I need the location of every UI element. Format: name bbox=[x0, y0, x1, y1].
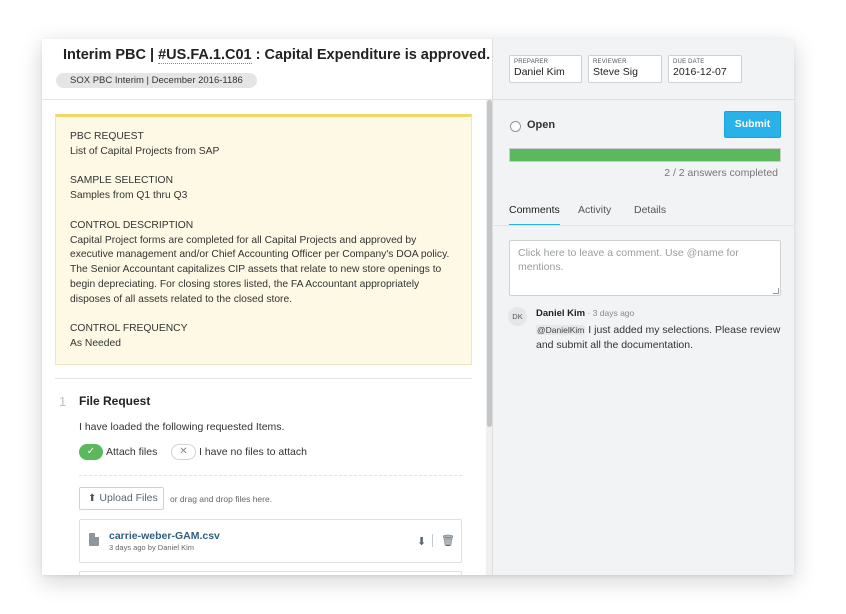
due-date-label: DUE DATE bbox=[673, 59, 705, 65]
trash-icon[interactable]: 🗑 bbox=[441, 534, 455, 547]
close-icon: ✕ bbox=[179, 446, 188, 457]
resize-handle-icon[interactable] bbox=[773, 288, 779, 294]
tabs-divider bbox=[493, 225, 794, 226]
status-label: Open bbox=[527, 119, 556, 131]
file-meta: 3 days ago by Daniel Kim bbox=[109, 543, 195, 552]
attach-files-toggle[interactable]: ✓ bbox=[79, 444, 103, 460]
section-text: As Needed bbox=[70, 338, 121, 350]
title-prefix: Interim PBC | bbox=[63, 47, 159, 63]
no-files-toggle[interactable]: ✕ bbox=[171, 444, 196, 460]
comment-input[interactable]: Click here to leave a comment. Use @name… bbox=[509, 240, 781, 296]
progress-bar bbox=[509, 148, 781, 162]
reviewer-field[interactable]: REVIEWER Steve Sig bbox=[588, 55, 662, 83]
tab-bar: Comments Activity Details bbox=[493, 194, 794, 226]
section-label: SAMPLE SELECTION bbox=[70, 175, 173, 187]
section-label: PBC REQUEST bbox=[70, 131, 144, 142]
divider bbox=[55, 378, 472, 379]
due-date-value: 2016-12-07 bbox=[673, 66, 727, 78]
comment-author-name: Daniel Kim bbox=[536, 308, 586, 319]
app-window: Interim PBC | #US.FA.1.C01 : Capital Exp… bbox=[42, 39, 794, 575]
preparer-value: Daniel Kim bbox=[514, 66, 565, 78]
mention-tag[interactable]: @DanielKim bbox=[536, 325, 586, 335]
project-badge[interactable]: SOX PBC Interim | December 2016-1186 bbox=[56, 73, 257, 88]
attach-files-label[interactable]: Attach files bbox=[106, 446, 157, 458]
reviewer-label: REVIEWER bbox=[593, 59, 627, 65]
no-files-label[interactable]: I have no files to attach bbox=[199, 446, 307, 458]
section-text: List of Capital Projects from SAP bbox=[70, 145, 220, 157]
preparer-label: PREPARER bbox=[514, 59, 549, 65]
comment-placeholder: Click here to leave a comment. Use @name… bbox=[518, 247, 739, 273]
section-text: Capital Project forms are completed for … bbox=[70, 234, 450, 305]
request-card: PBC REQUEST List of Capital Projects fro… bbox=[55, 114, 472, 365]
comment-time: · 3 days ago bbox=[585, 308, 635, 318]
dashed-divider bbox=[79, 475, 462, 476]
avatar: DK bbox=[508, 307, 527, 326]
file-name-link[interactable]: carrie-weber-GAM.csv bbox=[109, 530, 220, 542]
section-label: CONTROL DESCRIPTION bbox=[70, 219, 194, 231]
status-radio[interactable] bbox=[510, 121, 521, 132]
section-text: Samples from Q1 thru Q3 bbox=[70, 190, 188, 202]
question-text: I have loaded the following requested It… bbox=[79, 421, 285, 433]
title-suffix: : Capital Expenditure is approved. bbox=[251, 47, 491, 63]
progress-fill bbox=[510, 149, 780, 161]
comment-body: @DanielKim I just added my selections. P… bbox=[536, 323, 781, 353]
card-section-control-description: CONTROL DESCRIPTION Capital Project form… bbox=[70, 219, 457, 308]
file-icon bbox=[89, 533, 99, 546]
question-number: 1 bbox=[59, 394, 67, 409]
comment-author: Daniel Kim · 3 days ago bbox=[536, 308, 634, 319]
drop-hint: or drag and drop files here. bbox=[170, 494, 273, 504]
question-title: File Request bbox=[79, 394, 151, 408]
reviewer-value: Steve Sig bbox=[593, 66, 638, 78]
check-icon: ✓ bbox=[86, 446, 96, 457]
tab-details[interactable]: Details bbox=[634, 204, 666, 226]
file-row: carrie-weber-GAM.csv 3 days ago by Danie… bbox=[79, 519, 462, 563]
upload-icon: ⬆ bbox=[88, 493, 97, 504]
left-header: Interim PBC | #US.FA.1.C01 : Capital Exp… bbox=[42, 39, 492, 100]
tab-comments[interactable]: Comments bbox=[509, 204, 560, 226]
section-label: CONTROL FREQUENCY bbox=[70, 323, 188, 335]
action-separator bbox=[432, 534, 433, 547]
left-pane: Interim PBC | #US.FA.1.C01 : Capital Exp… bbox=[42, 39, 492, 575]
file-row bbox=[79, 571, 462, 575]
card-section-control-frequency: CONTROL FREQUENCY As Needed bbox=[70, 322, 457, 352]
page-title: Interim PBC | #US.FA.1.C01 : Capital Exp… bbox=[63, 47, 491, 64]
card-section-sample-selection: SAMPLE SELECTION Samples from Q1 thru Q3 bbox=[70, 174, 457, 204]
upload-files-button[interactable]: ⬆ Upload Files bbox=[79, 487, 164, 510]
upload-label: Upload Files bbox=[99, 492, 158, 504]
due-date-field[interactable]: DUE DATE 2016-12-07 bbox=[668, 55, 742, 83]
tab-activity[interactable]: Activity bbox=[578, 204, 611, 226]
control-code-link[interactable]: #US.FA.1.C01 bbox=[158, 47, 252, 64]
download-icon[interactable]: ⬇ bbox=[417, 535, 426, 548]
preparer-field[interactable]: PREPARER Daniel Kim bbox=[509, 55, 582, 83]
card-section-pbc-request: PBC REQUEST List of Capital Projects fro… bbox=[70, 130, 457, 160]
answers-completed: 2 / 2 answers completed bbox=[664, 167, 778, 179]
submit-button[interactable]: Submit bbox=[724, 111, 781, 138]
assignment-header: PREPARER Daniel Kim REVIEWER Steve Sig D… bbox=[493, 39, 794, 100]
right-pane: PREPARER Daniel Kim REVIEWER Steve Sig D… bbox=[492, 39, 794, 575]
